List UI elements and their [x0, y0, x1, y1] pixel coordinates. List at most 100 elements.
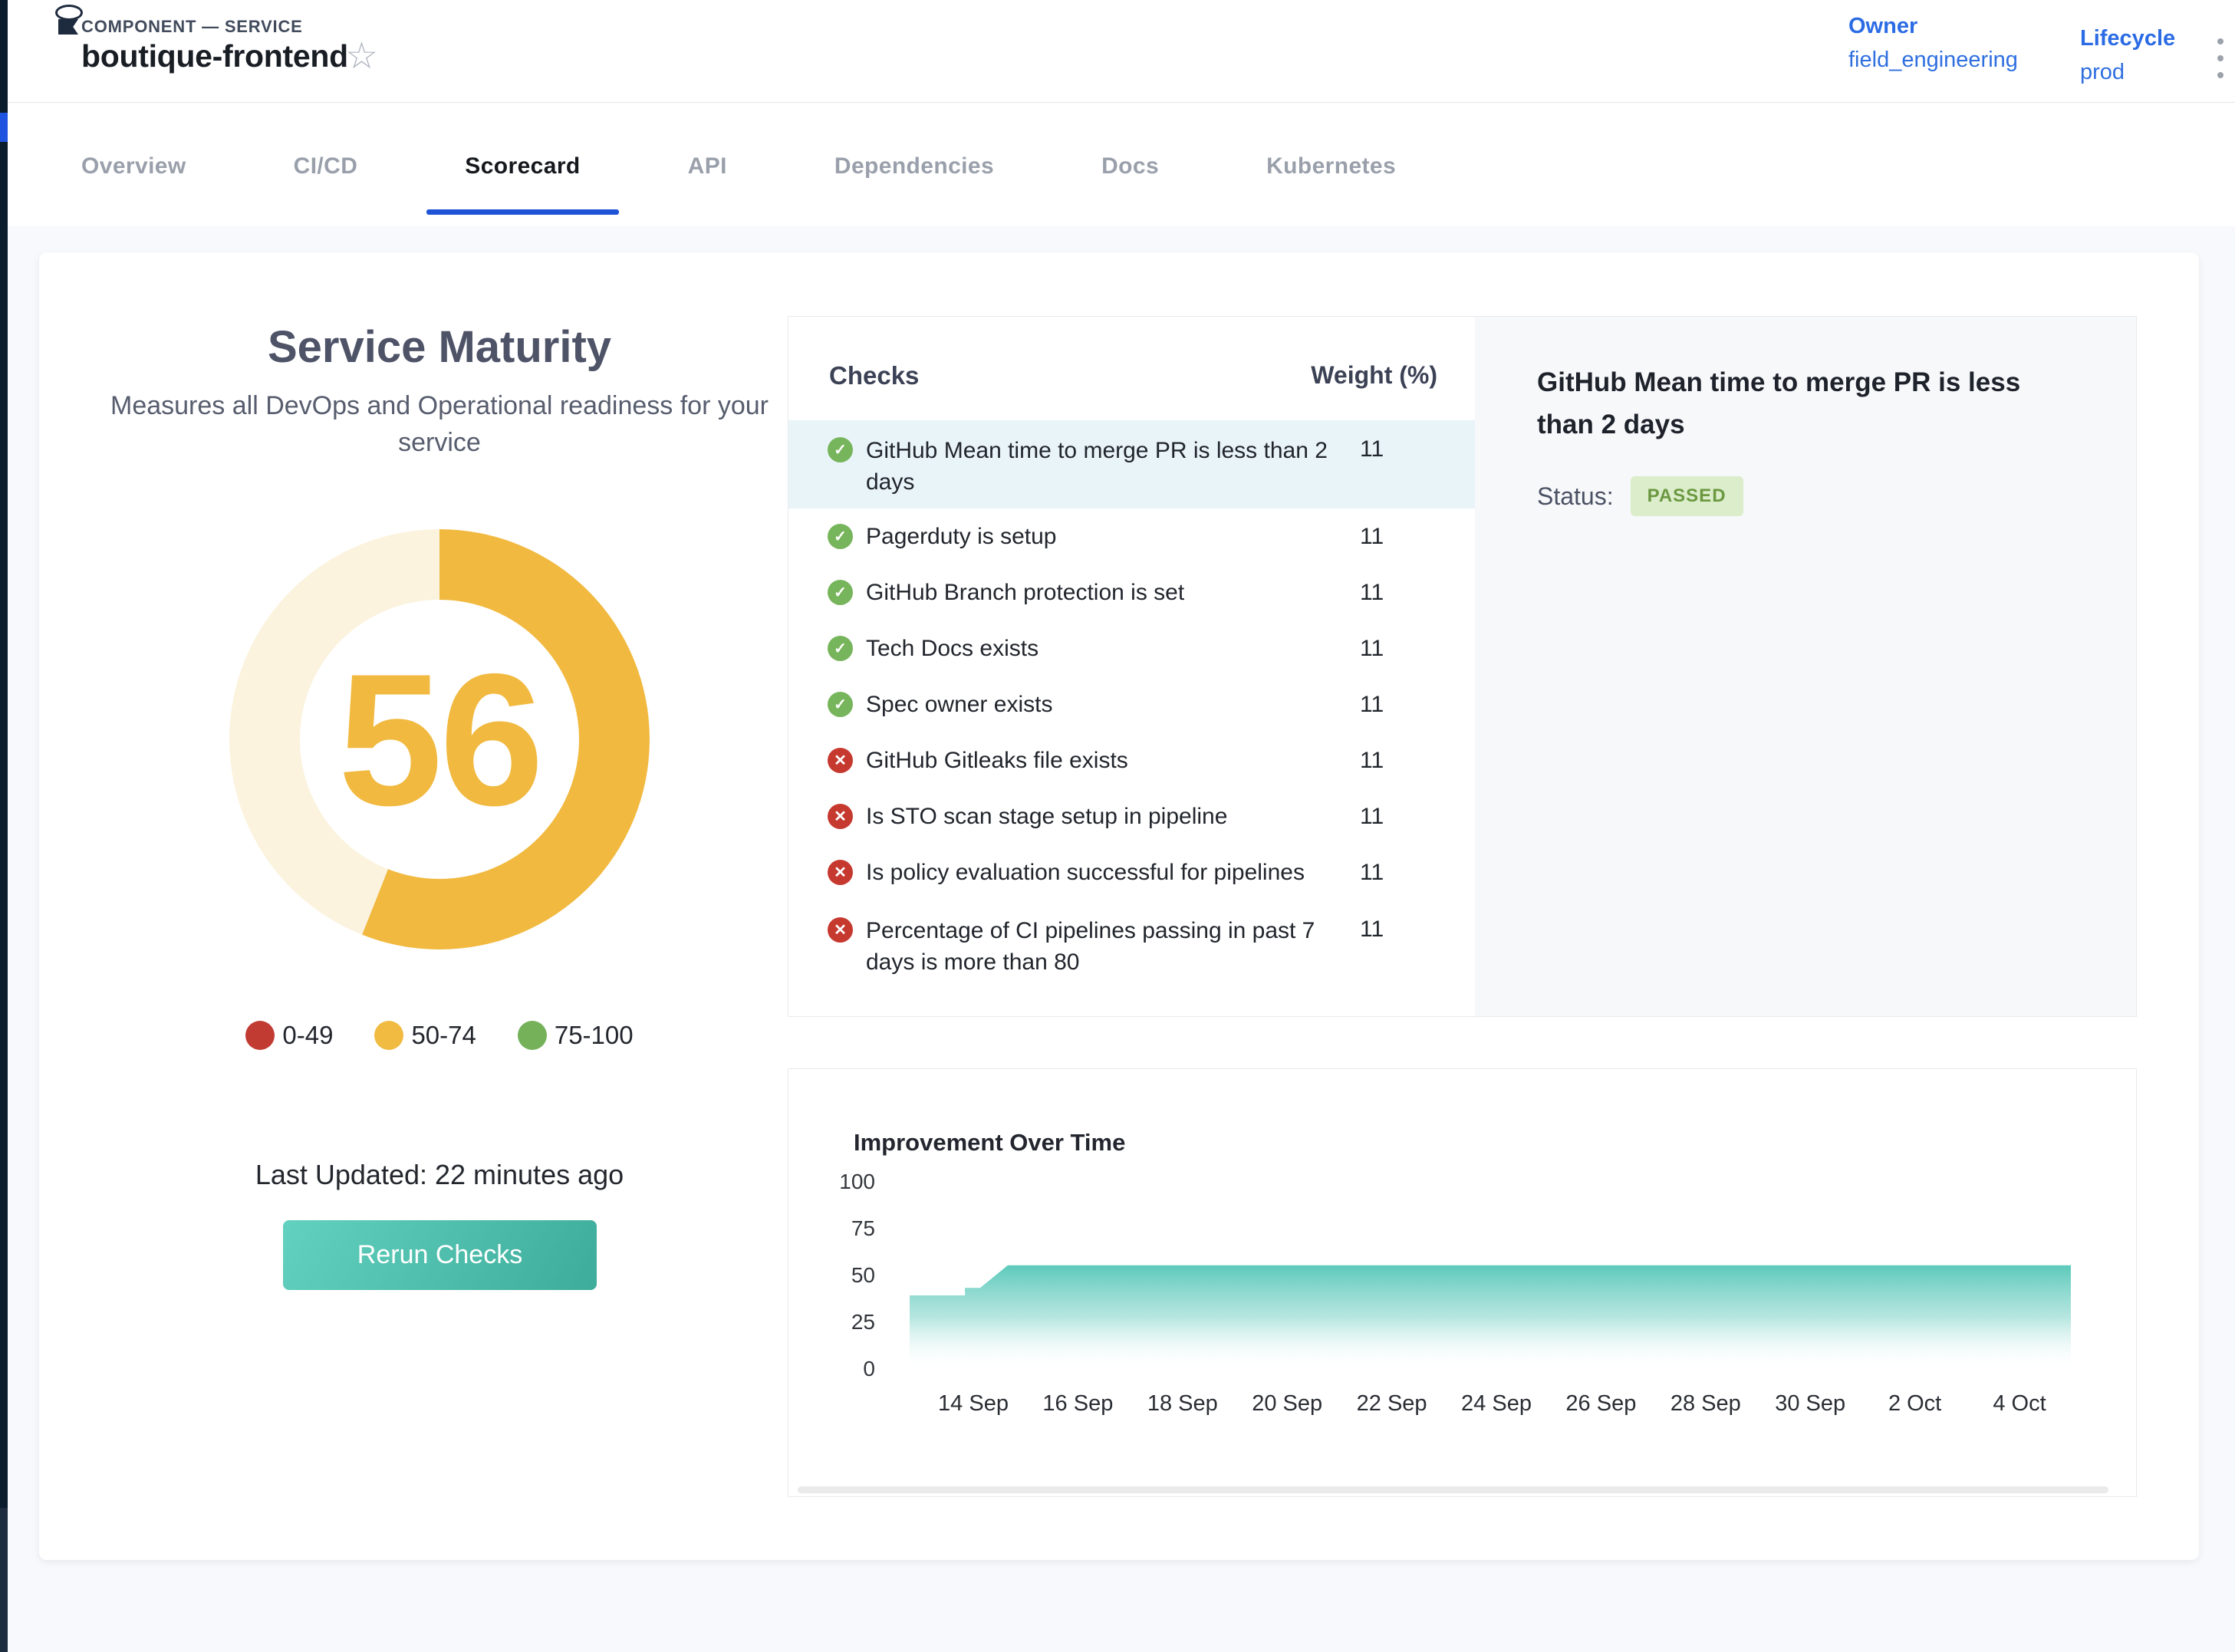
check-row-is-sto-scan-stage-setup-in-pipeline[interactable]: ✕ Is STO scan stage setup in pipeline11	[788, 788, 1475, 844]
tab-bar: Overview CI/CD Scorecard API Dependencies Doc…	[81, 153, 1396, 215]
check-label: Tech Docs exists	[866, 633, 1357, 664]
legend-label: 50-74	[411, 1021, 476, 1050]
page-title: boutique-frontend	[81, 38, 348, 74]
check-label: Is policy evaluation successful for pipe…	[866, 857, 1357, 888]
x-axis-tick: 18 Sep	[1125, 1391, 1240, 1417]
rerun-checks-button[interactable]: Rerun Checks	[283, 1220, 597, 1290]
check-status-row: Status: PASSED	[1537, 476, 1743, 516]
owner-link[interactable]: field_engineering	[1848, 48, 2018, 73]
logo-fragment2-icon	[58, 19, 78, 35]
check-weight-value: 11	[1360, 860, 1384, 886]
score-value: 56	[229, 529, 650, 949]
breadcrumb: COMPONENT — SERVICE	[81, 17, 303, 37]
y-axis-tick: 25	[788, 1310, 875, 1334]
last-updated-text: Last Updated: 22 minutes ago	[39, 1159, 840, 1191]
check-passed-icon: ✓	[828, 636, 853, 661]
owner-label: Owner	[1848, 14, 1917, 39]
tab-bar-container: Overview CI/CD Scorecard API Dependencies Doc…	[8, 103, 2235, 226]
collapsed-sidebar-rail	[0, 0, 8, 1652]
legend-dot-icon	[245, 1021, 275, 1050]
check-label: GitHub Gitleaks file exists	[866, 745, 1357, 776]
favorite-star-icon[interactable]: ☆	[345, 38, 378, 75]
check-row-is-policy-evaluation-successful-for-pipe[interactable]: ✕ Is policy evaluation successful for pip…	[788, 844, 1475, 900]
status-label: Status:	[1537, 482, 1614, 511]
check-row-percentage-of-ci-pipelines-passing-in-pa[interactable]: ✕ Percentage of CI pipelines passing in p…	[788, 900, 1475, 989]
tab-api[interactable]: API	[688, 153, 727, 215]
check-label: Spec owner exists	[866, 689, 1357, 720]
x-axis-tick: 26 Sep	[1543, 1391, 1658, 1417]
check-row-pagerduty-is-setup[interactable]: ✓ Pagerduty is setup11	[788, 508, 1475, 564]
logo-fragment-icon	[55, 5, 83, 21]
check-weight-value: 11	[1360, 436, 1384, 462]
x-axis-tick: 16 Sep	[1020, 1391, 1135, 1417]
legend-label: 0-49	[282, 1021, 333, 1050]
x-axis-tick: 14 Sep	[916, 1391, 1031, 1417]
improvement-chart-panel: Improvement Over Time 100755025014 Sep16…	[788, 1068, 2137, 1497]
lifecycle-value: prod	[2080, 60, 2125, 85]
x-axis-tick: 30 Sep	[1753, 1391, 1868, 1417]
scorecard-subtitle: Measures all DevOps and Operational read…	[94, 387, 785, 461]
y-axis-tick: 50	[788, 1263, 875, 1288]
tab-docs[interactable]: Docs	[1101, 153, 1159, 215]
x-axis-tick: 4 Oct	[1962, 1391, 2077, 1417]
scorecard-card: Service Maturity Measures all DevOps and…	[39, 252, 2199, 1560]
check-row-spec-owner-exists[interactable]: ✓Spec owner exists11	[788, 676, 1475, 732]
check-label: Pagerduty is setup	[866, 521, 1357, 552]
sidebar-active-indicator	[0, 113, 8, 142]
scorecard-title: Service Maturity	[39, 321, 840, 373]
x-axis-tick: 24 Sep	[1439, 1391, 1554, 1417]
check-weight-value: 11	[1360, 692, 1384, 718]
tab-overview[interactable]: Overview	[81, 153, 186, 215]
legend-label: 75-100	[555, 1021, 634, 1050]
check-weight-value: 11	[1360, 580, 1384, 606]
weight-column-header: Weight (%)	[1279, 361, 1437, 390]
check-weight-value: 11	[1360, 524, 1384, 550]
tab-ci-cd[interactable]: CI/CD	[294, 153, 358, 215]
check-failed-icon: ✕	[828, 917, 853, 943]
check-label: Is STO scan stage setup in pipeline	[866, 801, 1357, 832]
check-failed-icon: ✕	[828, 748, 853, 773]
checks-panel: Checks Weight (%) ✓ GitHub Mean time to m…	[788, 316, 2137, 1017]
legend-dot-icon	[374, 1021, 403, 1050]
checks-column-header: Checks	[829, 361, 919, 390]
x-axis-tick: 28 Sep	[1648, 1391, 1763, 1417]
legend-item-0-49: 0-49	[245, 1021, 333, 1050]
check-passed-icon: ✓	[828, 524, 853, 549]
check-row-github-gitleaks-file-exists[interactable]: ✕GitHub Gitleaks file exists11	[788, 732, 1475, 788]
score-legend: 0-49 50-74 75-100	[39, 1021, 840, 1050]
tab-dependencies[interactable]: Dependencies	[834, 153, 994, 215]
check-row-tech-docs-exists[interactable]: ✓ Tech Docs exists11	[788, 620, 1475, 676]
page-header: COMPONENT — SERVICE boutique-frontend ☆ …	[8, 0, 2235, 103]
check-passed-icon: ✓	[828, 437, 853, 462]
y-axis-tick: 100	[788, 1170, 875, 1194]
tab-kubernetes[interactable]: Kubernetes	[1266, 153, 1396, 215]
more-options-kebab-icon[interactable]	[2210, 37, 2230, 86]
check-label: Percentage of CI pipelines passing in pa…	[866, 915, 1357, 978]
check-weight-value: 11	[1360, 804, 1384, 830]
check-passed-icon: ✓	[828, 580, 853, 605]
check-detail-title: GitHub Mean time to merge PR is less tha…	[1537, 361, 2082, 446]
legend-dot-icon	[518, 1021, 547, 1050]
chart-horizontal-scrollbar[interactable]	[798, 1486, 2108, 1493]
status-badge: PASSED	[1631, 476, 1743, 516]
check-failed-icon: ✕	[828, 804, 853, 829]
check-weight-value: 11	[1360, 636, 1384, 662]
lifecycle-label: Lifecycle	[2080, 26, 2175, 51]
tab-scorecard[interactable]: Scorecard	[465, 153, 580, 215]
checks-list: ✓ GitHub Mean time to merge PR is less th…	[788, 420, 1475, 989]
chart-title: Improvement Over Time	[854, 1129, 1125, 1157]
check-detail-pane: GitHub Mean time to merge PR is less tha…	[1475, 317, 2136, 1016]
legend-item-50-74: 50-74	[374, 1021, 476, 1050]
x-axis-tick: 20 Sep	[1229, 1391, 1345, 1417]
x-axis-tick: 22 Sep	[1335, 1391, 1450, 1417]
check-label: GitHub Branch protection is set	[866, 577, 1357, 608]
check-label: GitHub Mean time to merge PR is less tha…	[866, 435, 1357, 498]
y-axis-tick: 75	[788, 1216, 875, 1241]
scorecard-page: COMPONENT — SERVICE boutique-frontend ☆ …	[0, 0, 2235, 1652]
sidebar-rail-bottom	[0, 1508, 8, 1652]
check-row-github-mean-time-to-merge-pr-is-less-tha[interactable]: ✓ GitHub Mean time to merge PR is less th…	[788, 420, 1475, 508]
check-failed-icon: ✕	[828, 860, 853, 885]
legend-item-75-100: 75-100	[518, 1021, 634, 1050]
check-row-github-branch-protection-is-set[interactable]: ✓ GitHub Branch protection is set11	[788, 564, 1475, 620]
x-axis-tick: 2 Oct	[1858, 1391, 1973, 1417]
